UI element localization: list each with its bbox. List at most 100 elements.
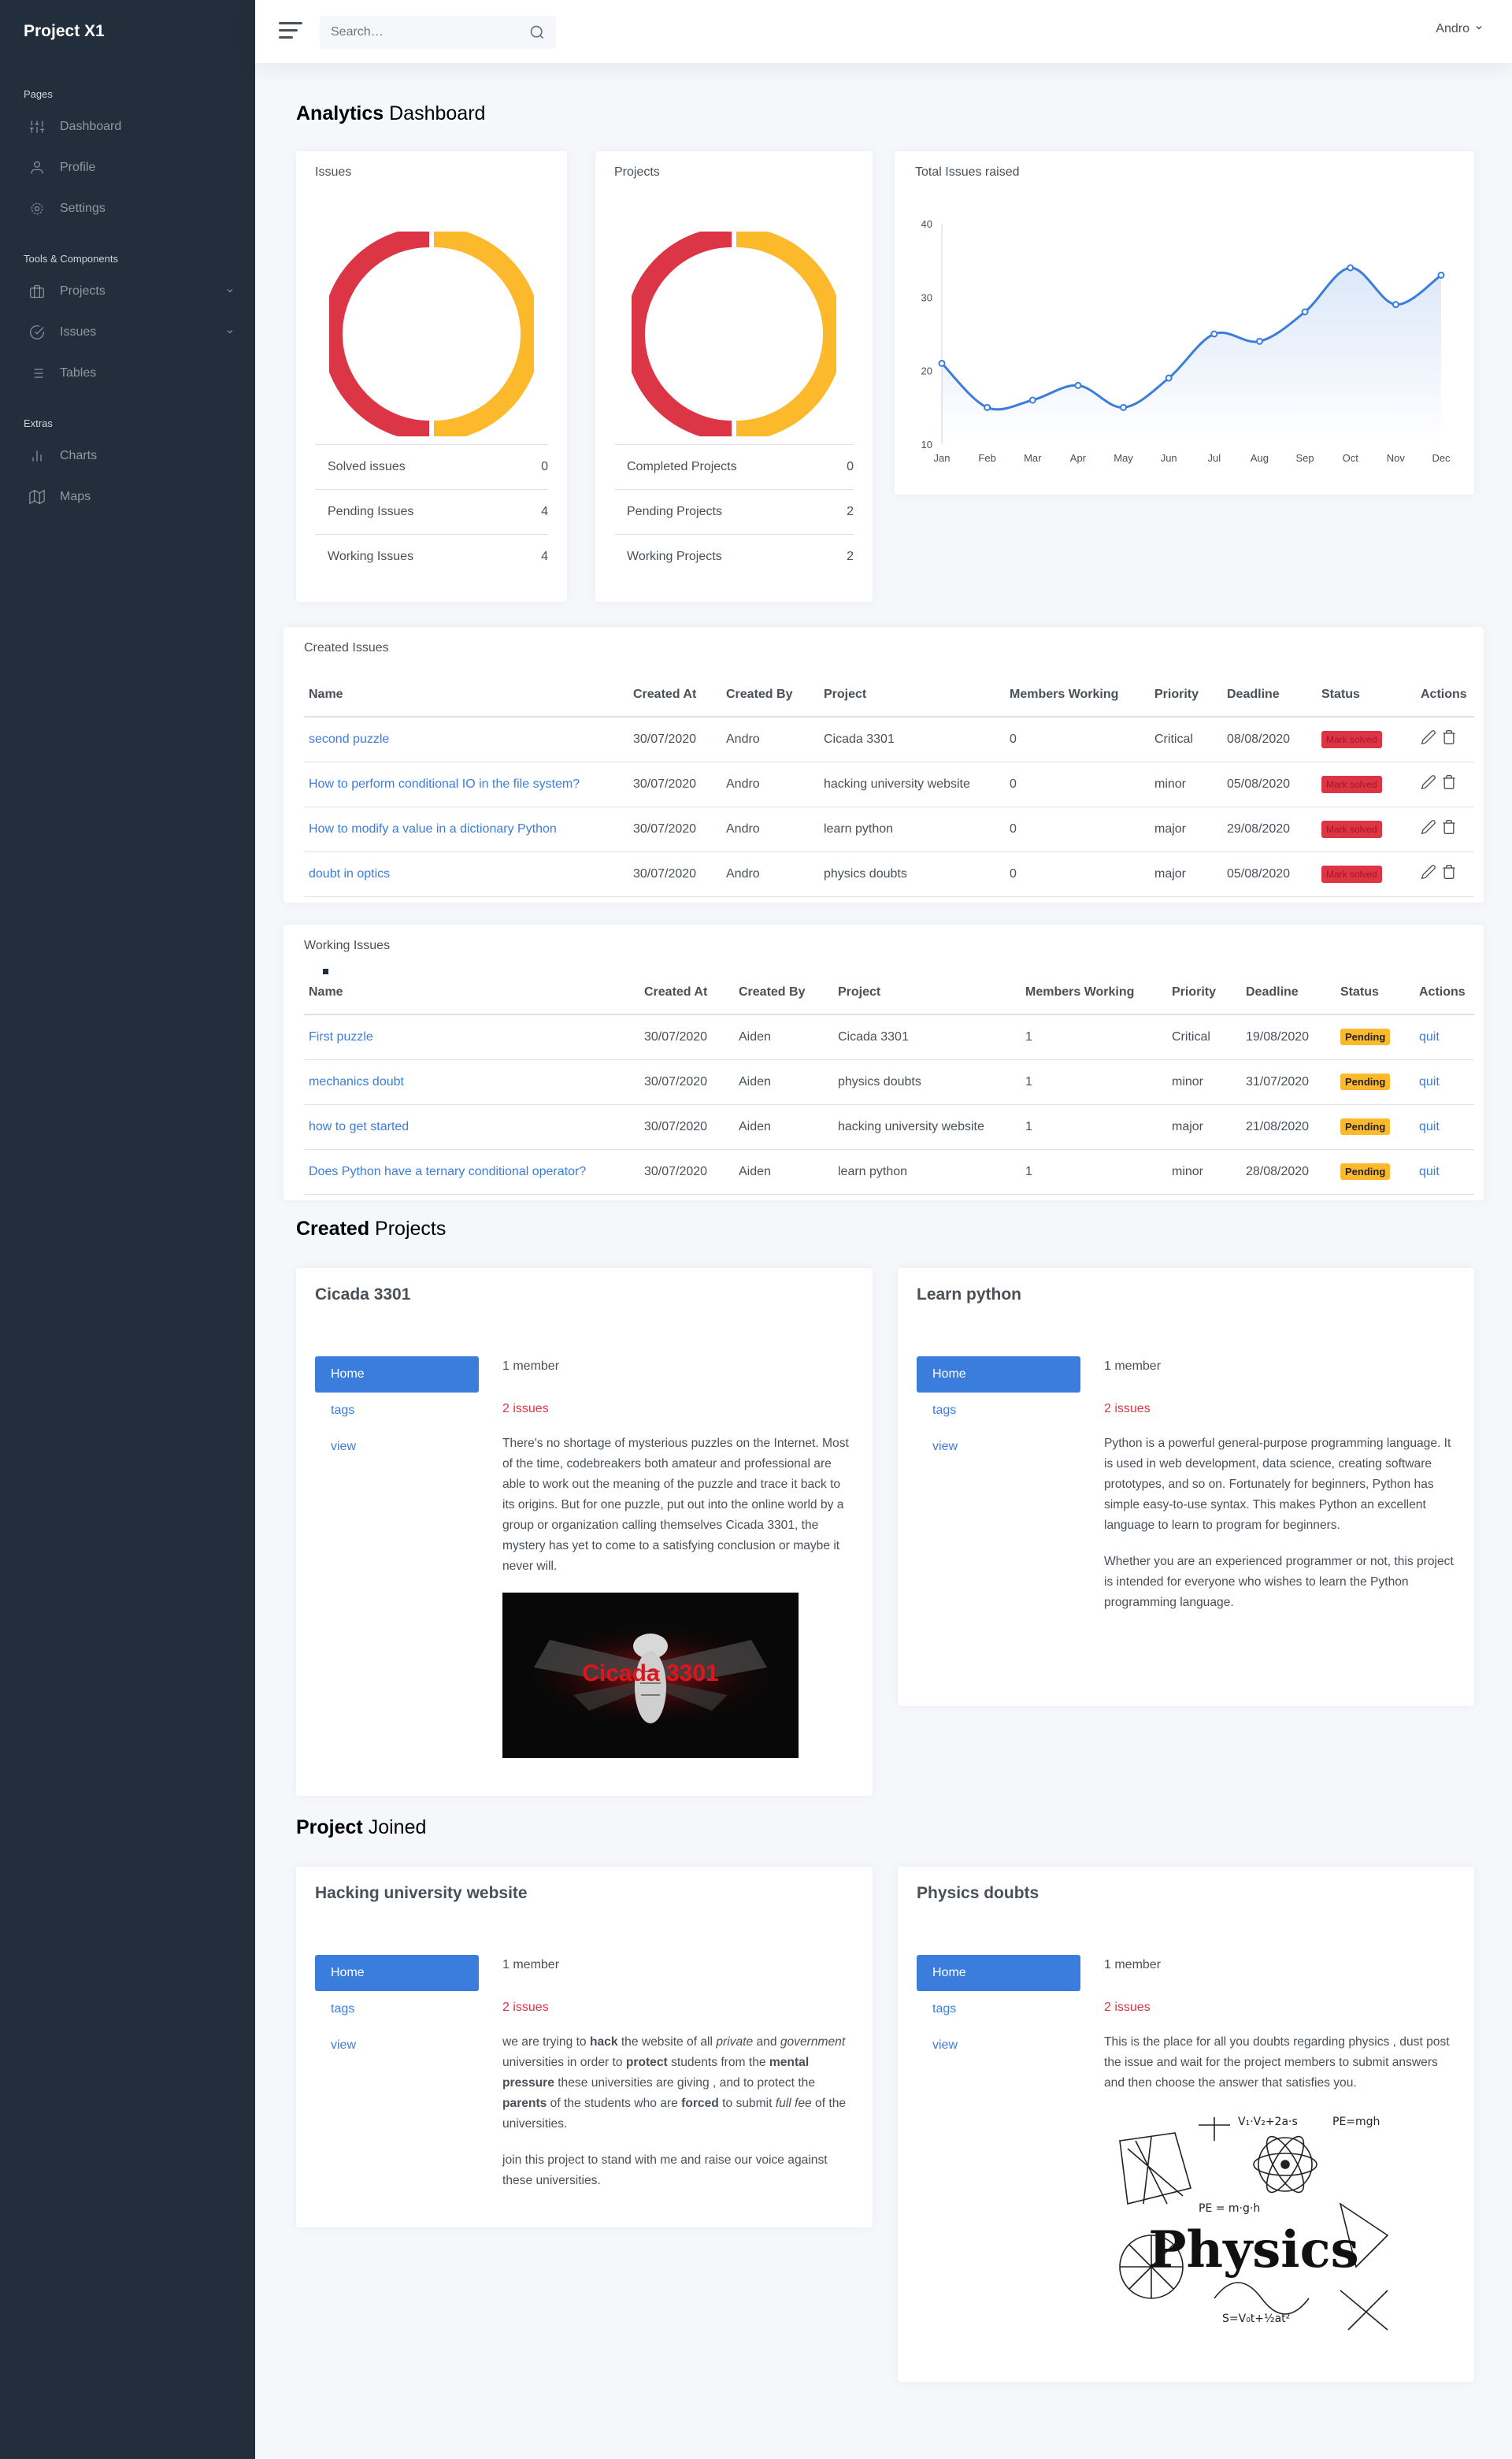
table-row: how to get started 30/07/2020 Aiden hacking…	[304, 1104, 1474, 1150]
bar-chart-icon	[28, 447, 46, 465]
deadline: 29/08/2020	[1222, 807, 1317, 852]
sidebar-item-settings[interactable]: Settings	[0, 188, 255, 229]
member-count: 1 member	[502, 1359, 560, 1373]
created-at: 30/07/2020	[639, 1104, 734, 1150]
project-tab-tags[interactable]: tags	[315, 1991, 479, 2027]
data-point[interactable]	[938, 359, 946, 367]
issue-link[interactable]: First puzzle	[309, 1030, 373, 1044]
data-point[interactable]	[1255, 337, 1263, 345]
column-header: Status	[1336, 970, 1414, 1015]
sidebar-item-profile[interactable]: Profile	[0, 147, 255, 188]
sidebar-item-label: Tables	[60, 366, 97, 380]
project-tab-view[interactable]: view	[917, 2027, 1080, 2064]
trash-icon[interactable]	[1441, 774, 1457, 794]
project-title: Cicada 3301	[315, 1285, 411, 1304]
line-chart: 10 20 30 40 Jan Feb Mar Apr May Jun Jul Aug Sep Oct No…	[921, 218, 1451, 464]
data-point[interactable]	[1437, 271, 1445, 279]
sidebar-item-charts[interactable]: Charts	[0, 436, 255, 477]
sidebar-item-dashboard[interactable]: Dashboard	[0, 106, 255, 147]
project-tab-view[interactable]: view	[917, 1429, 1080, 1465]
column-header: Created By	[721, 673, 819, 718]
mark-solved-button[interactable]: Mark solved	[1321, 730, 1382, 748]
issue-link[interactable]: How to perform conditional IO in the fil…	[309, 777, 580, 791]
x-tick-label: Mar	[1024, 452, 1042, 464]
data-point[interactable]	[1028, 396, 1036, 404]
data-point[interactable]	[1120, 403, 1128, 411]
project-tab-view[interactable]: view	[315, 2027, 479, 2064]
data-point[interactable]	[1392, 301, 1399, 309]
status-badge: Pending	[1340, 1163, 1391, 1180]
quit-link[interactable]: quit	[1419, 1075, 1440, 1089]
chevron-down-icon[interactable]	[225, 326, 235, 340]
deadline: 19/08/2020	[1241, 1014, 1336, 1060]
issue-link[interactable]: how to get started	[309, 1120, 409, 1133]
created-at: 30/07/2020	[639, 1149, 734, 1195]
stat-label: Working Issues	[328, 550, 414, 563]
quit-link[interactable]: quit	[1419, 1120, 1440, 1133]
trash-icon[interactable]	[1441, 729, 1457, 749]
data-point[interactable]	[984, 403, 991, 411]
issue-count: 2 issues	[1104, 1402, 1151, 1415]
table-row: Does Python have a ternary conditional o…	[304, 1149, 1474, 1195]
created-by: Aiden	[734, 1059, 833, 1105]
project-tab-home[interactable]: Home	[917, 1955, 1080, 1991]
mark-solved-button[interactable]: Mark solved	[1321, 865, 1382, 883]
chevron-down-icon[interactable]	[225, 285, 235, 299]
member-count: 1 member	[1104, 1958, 1162, 1971]
project-tab-home[interactable]: Home	[315, 1356, 479, 1393]
project-tab-tags[interactable]: tags	[917, 1991, 1080, 2027]
member-count: 1 member	[1104, 1359, 1162, 1373]
created-issues-card: Created Issues Name Created At Created By P…	[284, 627, 1484, 903]
issue-link[interactable]: doubt in optics	[309, 867, 390, 881]
menu-toggle-icon[interactable]	[279, 22, 302, 39]
sidebar-item-projects[interactable]: Projects	[0, 271, 255, 312]
issue-link[interactable]: second puzzle	[309, 733, 389, 746]
mark-solved-button[interactable]: Mark solved	[1321, 820, 1382, 838]
edit-icon[interactable]	[1421, 774, 1436, 794]
quit-link[interactable]: quit	[1419, 1165, 1440, 1178]
mark-solved-button[interactable]: Mark solved	[1321, 775, 1382, 793]
issue-link[interactable]: How to modify a value in a dictionary Py…	[309, 822, 557, 836]
trash-icon[interactable]	[1441, 864, 1457, 884]
issue-link[interactable]: mechanics doubt	[309, 1075, 404, 1089]
project-tab-view[interactable]: view	[315, 1429, 479, 1465]
user-menu[interactable]: Andro	[1436, 22, 1484, 36]
edit-icon[interactable]	[1421, 864, 1436, 884]
issue-count: 2 issues	[502, 1402, 549, 1415]
data-point[interactable]	[1074, 381, 1082, 389]
project-tab-tags[interactable]: tags	[917, 1393, 1080, 1429]
column-header: Created At	[628, 673, 721, 718]
project-tab-home[interactable]: Home	[315, 1955, 479, 1991]
data-point[interactable]	[1165, 374, 1173, 382]
edit-icon[interactable]	[1421, 819, 1436, 839]
status-badge: Pending	[1340, 1074, 1391, 1090]
search-input[interactable]	[331, 25, 520, 39]
trash-icon[interactable]	[1441, 819, 1457, 839]
members-working: 0	[1005, 851, 1150, 897]
project-tab-tags[interactable]: tags	[315, 1393, 479, 1429]
physics-image-text: Physics	[1148, 2220, 1358, 2279]
data-point[interactable]	[1210, 330, 1218, 338]
briefcase-icon	[28, 283, 46, 300]
created-at: 30/07/2020	[628, 807, 721, 852]
chart-title: Total Issues raised	[915, 165, 1020, 179]
edit-icon[interactable]	[1421, 729, 1436, 749]
project-tab-home[interactable]: Home	[917, 1356, 1080, 1393]
data-point[interactable]	[1347, 264, 1354, 272]
created-projects-heading: Created Projects	[296, 1218, 447, 1240]
table-row: How to modify a value in a dictionary Py…	[304, 807, 1474, 852]
brand-logo[interactable]: Project X1	[0, 0, 255, 63]
status-badge: Pending	[1340, 1029, 1391, 1046]
column-header: Priority	[1150, 673, 1222, 718]
issue-link[interactable]: Does Python have a ternary conditional o…	[309, 1165, 586, 1178]
sliders-icon	[28, 118, 46, 135]
sidebar-item-tables[interactable]: Tables	[0, 353, 255, 394]
sidebar: Project X1 Pages Dashboard Profile Settings…	[0, 0, 255, 2459]
sidebar-item-issues[interactable]: Issues	[0, 312, 255, 353]
sidebar-item-maps[interactable]: Maps	[0, 477, 255, 517]
created-at: 30/07/2020	[639, 1014, 734, 1060]
data-point[interactable]	[1301, 308, 1309, 316]
quit-link[interactable]: quit	[1419, 1030, 1440, 1044]
working-issues-table: Name Created At Created By Project Members W…	[304, 970, 1474, 1195]
search-icon[interactable]	[529, 24, 545, 44]
